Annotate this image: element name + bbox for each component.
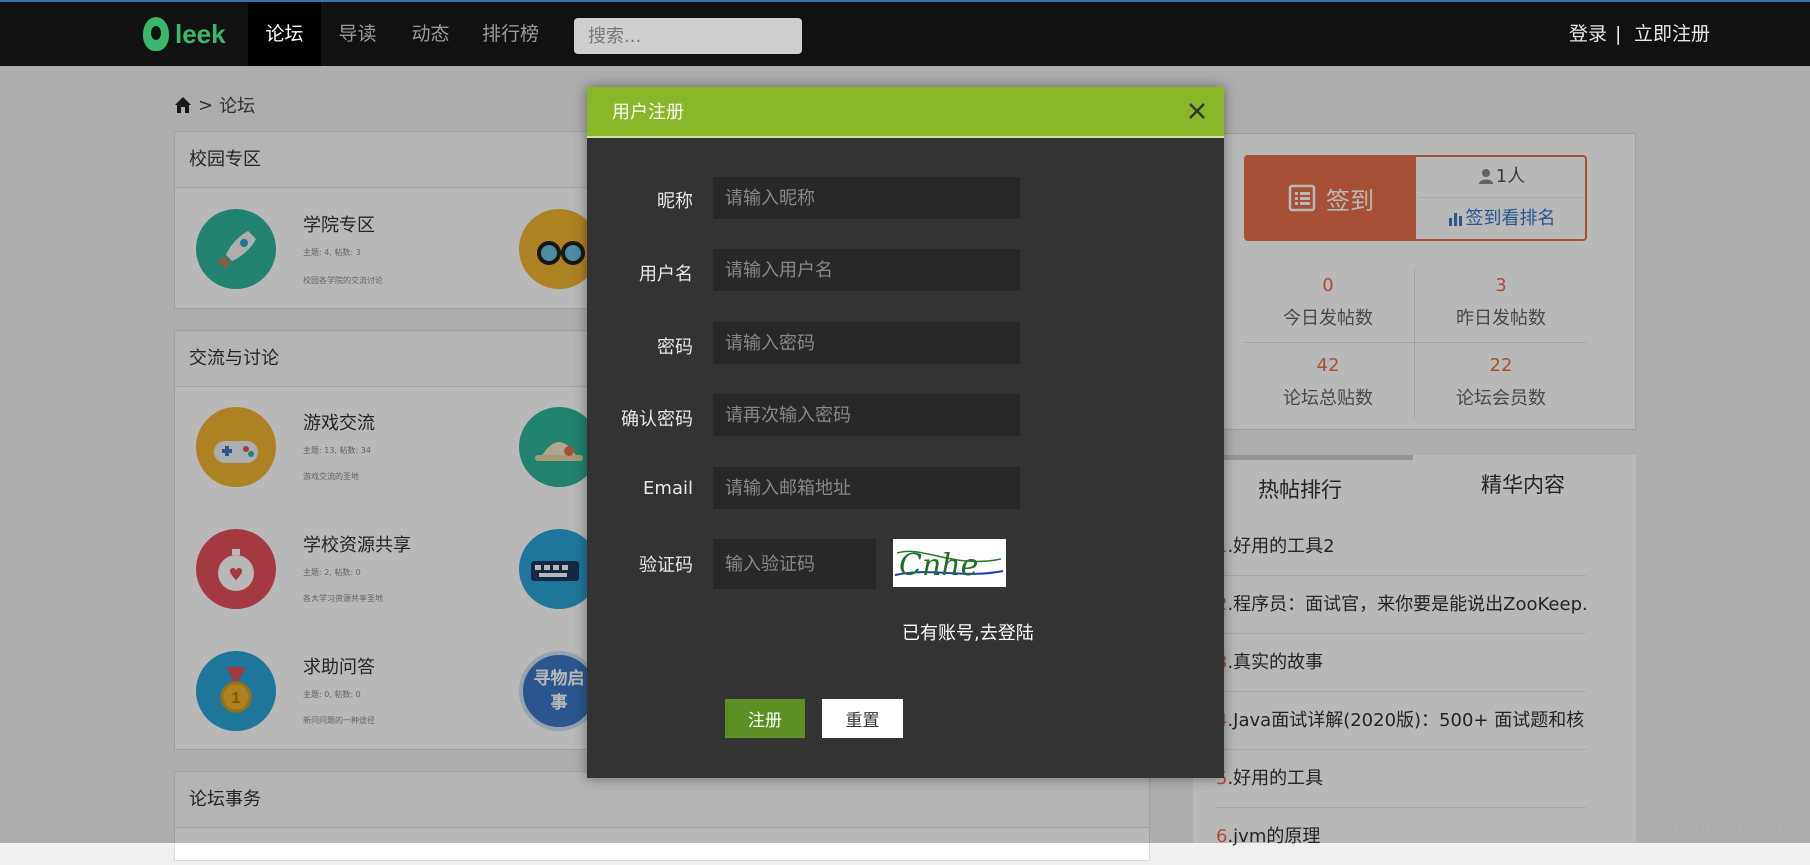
password-label: 密码	[657, 337, 693, 358]
logo-text: leek	[175, 18, 226, 49]
nav-separator: |	[1615, 23, 1622, 45]
nickname-input[interactable]	[713, 177, 1020, 219]
confirm-password-label: 确认密码	[621, 409, 693, 430]
top-nav-bar: leek 论坛 导读 动态 排行榜 登录 | 立即注册	[0, 0, 1810, 66]
captcha-input[interactable]	[713, 539, 876, 589]
captcha-label: 验证码	[639, 555, 693, 576]
logo[interactable]: leek	[143, 14, 226, 54]
nav-item-guide[interactable]: 导读	[321, 2, 394, 66]
username-input[interactable]	[713, 249, 1020, 291]
register-modal: 用户注册 昵称 用户名 密码 确认密码 Email 验证码 Cnhe 已有账号,…	[587, 87, 1224, 778]
login-link[interactable]: 登录	[1569, 2, 1607, 66]
email-input[interactable]	[713, 467, 1020, 509]
username-label: 用户名	[639, 264, 693, 285]
email-label: Email	[643, 478, 693, 499]
nickname-label: 昵称	[657, 191, 693, 212]
nav-item-activity[interactable]: 动态	[394, 2, 467, 66]
go-login-link[interactable]: 已有账号,去登陆	[902, 619, 1034, 645]
captcha-text: Cnhe	[899, 548, 978, 583]
register-submit-button[interactable]: 注册	[725, 699, 805, 738]
watermark: @稀土掘金技术社区	[1659, 817, 1804, 836]
captcha-image[interactable]: Cnhe	[893, 539, 1006, 587]
nav-item-ranking[interactable]: 排行榜	[467, 2, 554, 66]
leek-logo-icon	[143, 17, 169, 51]
reset-button[interactable]: 重置	[822, 699, 903, 738]
close-icon[interactable]	[1186, 100, 1208, 122]
password-input[interactable]	[713, 322, 1020, 364]
confirm-password-input[interactable]	[713, 394, 1020, 436]
nav-item-forum[interactable]: 论坛	[248, 2, 321, 66]
modal-header: 用户注册	[587, 87, 1224, 138]
search-input[interactable]	[574, 18, 802, 54]
modal-title: 用户注册	[612, 102, 684, 123]
register-link[interactable]: 立即注册	[1634, 2, 1710, 66]
